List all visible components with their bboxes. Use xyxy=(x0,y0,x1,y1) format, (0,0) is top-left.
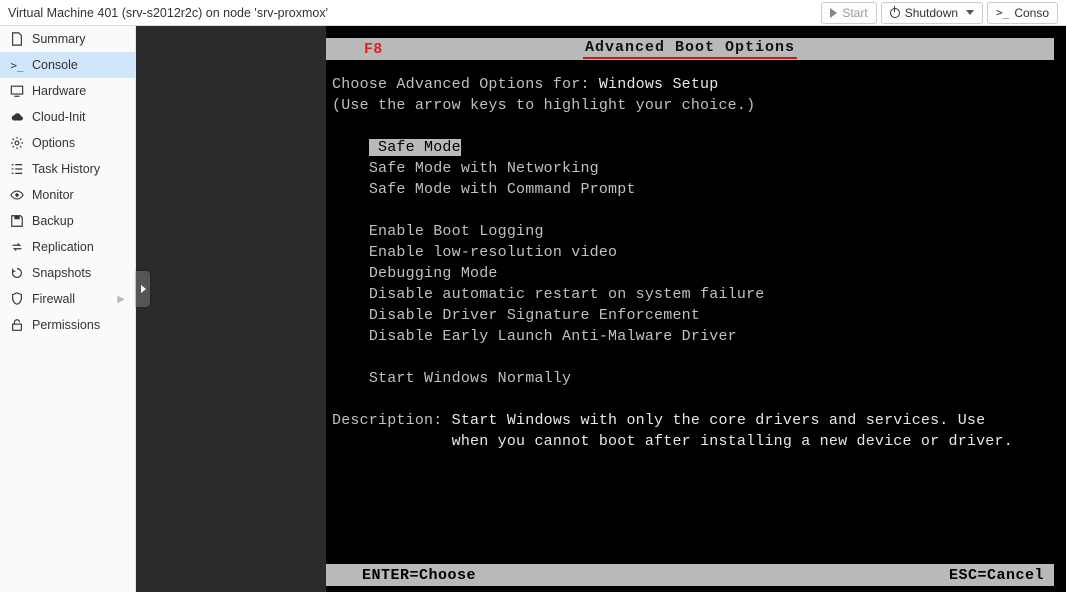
sidebar-item-label: Task History xyxy=(32,162,100,176)
sidebar-item-label: Backup xyxy=(32,214,74,228)
sidebar-item-task-history[interactable]: Task History xyxy=(0,156,135,182)
start-button[interactable]: Start xyxy=(821,2,876,24)
sidebar-item-label: Hardware xyxy=(32,84,86,98)
sidebar-item-label: Console xyxy=(32,58,78,72)
list-icon xyxy=(10,162,24,176)
repl-icon xyxy=(10,240,24,254)
console-button-label: Conso xyxy=(1014,6,1049,20)
sidebar-item-label: Summary xyxy=(32,32,85,46)
boot-title: Advanced Boot Options xyxy=(583,39,797,59)
gear-icon xyxy=(10,136,24,150)
sidebar-item-replication[interactable]: Replication xyxy=(0,234,135,260)
title-bar: Virtual Machine 401 (srv-s2012r2c) on no… xyxy=(0,0,1066,26)
stage-gutter xyxy=(136,26,326,592)
chevron-right-icon: ▶ xyxy=(117,294,125,305)
f8-hint: F8 xyxy=(364,41,382,58)
term-icon: >_ xyxy=(10,58,24,72)
eye-icon xyxy=(10,188,24,202)
monitor-icon xyxy=(10,84,24,98)
footer-esc-hint: ESC=Cancel xyxy=(949,567,1044,584)
shutdown-button[interactable]: Shutdown xyxy=(881,2,983,24)
window-title: Virtual Machine 401 (srv-s2012r2c) on no… xyxy=(8,6,817,20)
console-button[interactable]: >_ Conso xyxy=(987,2,1058,24)
sidebar-item-label: Replication xyxy=(32,240,94,254)
sidebar-item-hardware[interactable]: Hardware xyxy=(0,78,135,104)
sidebar-item-permissions[interactable]: Permissions xyxy=(0,312,135,338)
sidebar-item-label: Firewall xyxy=(32,292,75,306)
power-icon xyxy=(890,8,900,18)
sidebar-item-options[interactable]: Options xyxy=(0,130,135,156)
chevron-right-icon xyxy=(141,285,146,293)
sidebar-item-firewall[interactable]: Firewall ▶ xyxy=(0,286,135,312)
unlock-icon xyxy=(10,318,24,332)
shield-icon xyxy=(10,292,24,306)
save-icon xyxy=(10,214,24,228)
start-label: Start xyxy=(842,6,867,20)
sidebar-item-label: Options xyxy=(32,136,75,150)
sidebar-item-label: Monitor xyxy=(32,188,74,202)
vm-console[interactable]: F8 Advanced Boot Options Choose Advanced… xyxy=(326,26,1066,592)
sidebar-item-cloud-init[interactable]: Cloud-Init xyxy=(0,104,135,130)
footer-enter-hint: ENTER=Choose xyxy=(362,567,476,584)
sidebar-item-monitor[interactable]: Monitor xyxy=(0,182,135,208)
boot-title-bar: F8 Advanced Boot Options xyxy=(326,38,1054,60)
sidebar-item-backup[interactable]: Backup xyxy=(0,208,135,234)
panel-expand-handle[interactable] xyxy=(136,271,150,307)
sidebar-item-console[interactable]: >_ Console xyxy=(0,52,135,78)
sidebar-item-snapshots[interactable]: Snapshots xyxy=(0,260,135,286)
sidebar-item-label: Snapshots xyxy=(32,266,91,280)
sidebar: Summary >_ Console Hardware Cloud-Init Option… xyxy=(0,26,136,592)
doc-icon xyxy=(10,32,24,46)
boot-footer: ENTER=Choose ESC=Cancel xyxy=(326,564,1054,586)
cloud-icon xyxy=(10,110,24,124)
history-icon xyxy=(10,266,24,280)
sidebar-item-label: Cloud-Init xyxy=(32,110,86,124)
sidebar-item-label: Permissions xyxy=(32,318,100,332)
sidebar-item-summary[interactable]: Summary xyxy=(0,26,135,52)
chevron-down-icon xyxy=(966,10,974,15)
play-icon xyxy=(830,8,837,18)
stage: F8 Advanced Boot Options Choose Advanced… xyxy=(136,26,1066,592)
terminal-icon: >_ xyxy=(996,6,1009,19)
shutdown-label: Shutdown xyxy=(905,6,958,20)
